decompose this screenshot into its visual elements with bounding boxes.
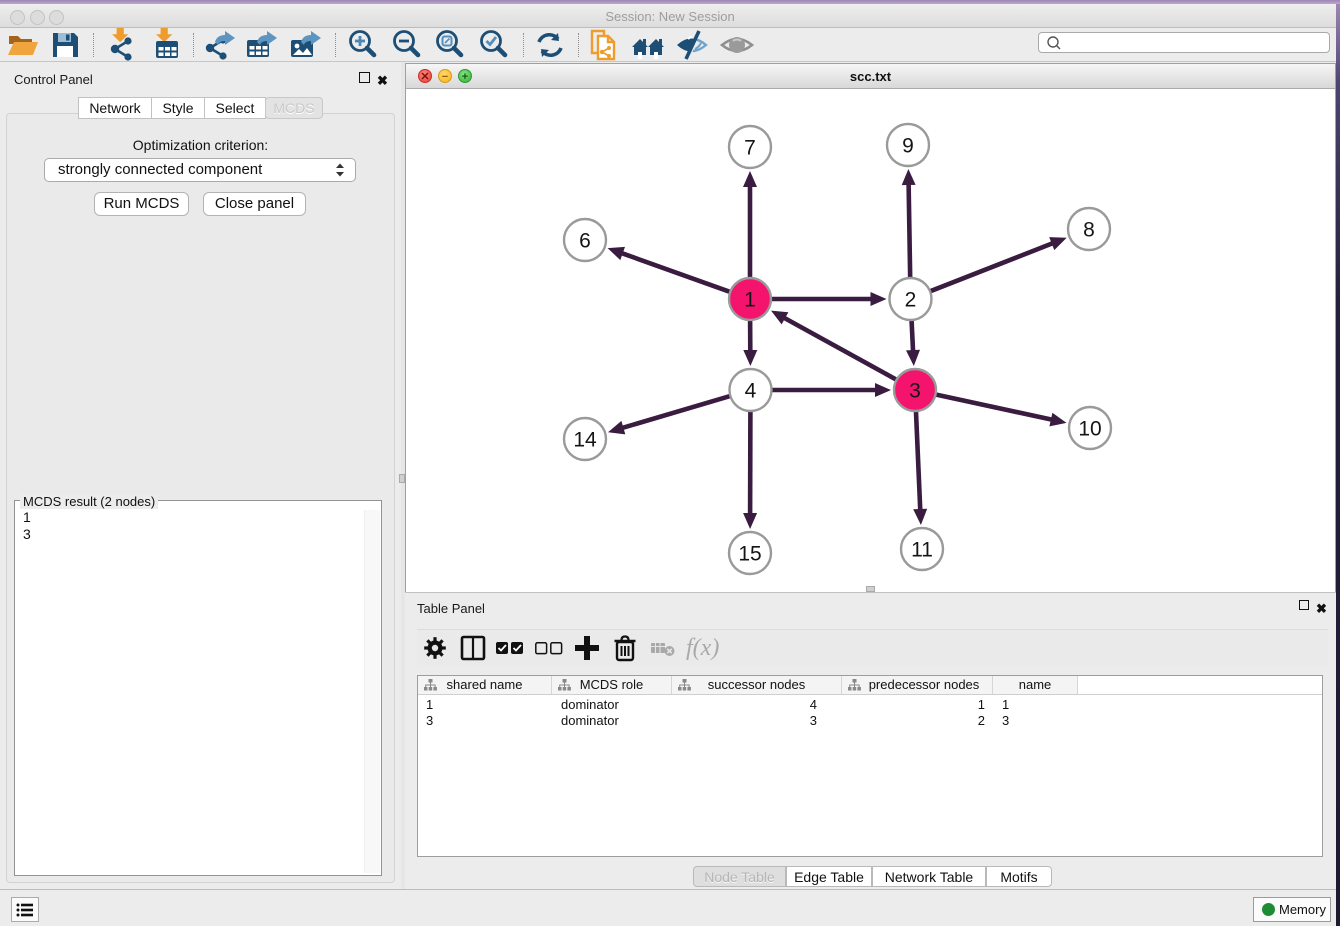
svg-text:11: 11 <box>911 539 933 562</box>
svg-text:f(x): f(x) <box>686 635 719 661</box>
svg-text:8: 8 <box>1083 219 1095 242</box>
svg-text:3: 3 <box>909 380 921 403</box>
svg-text:1: 1 <box>744 289 756 312</box>
svg-text:9: 9 <box>902 135 914 158</box>
svg-text:15: 15 <box>738 543 761 566</box>
svg-text:2: 2 <box>905 289 917 312</box>
svg-text:4: 4 <box>745 380 757 403</box>
svg-text:14: 14 <box>573 429 597 452</box>
svg-text:6: 6 <box>579 230 591 253</box>
svg-text:7: 7 <box>744 137 756 160</box>
svg-text:10: 10 <box>1078 418 1101 441</box>
